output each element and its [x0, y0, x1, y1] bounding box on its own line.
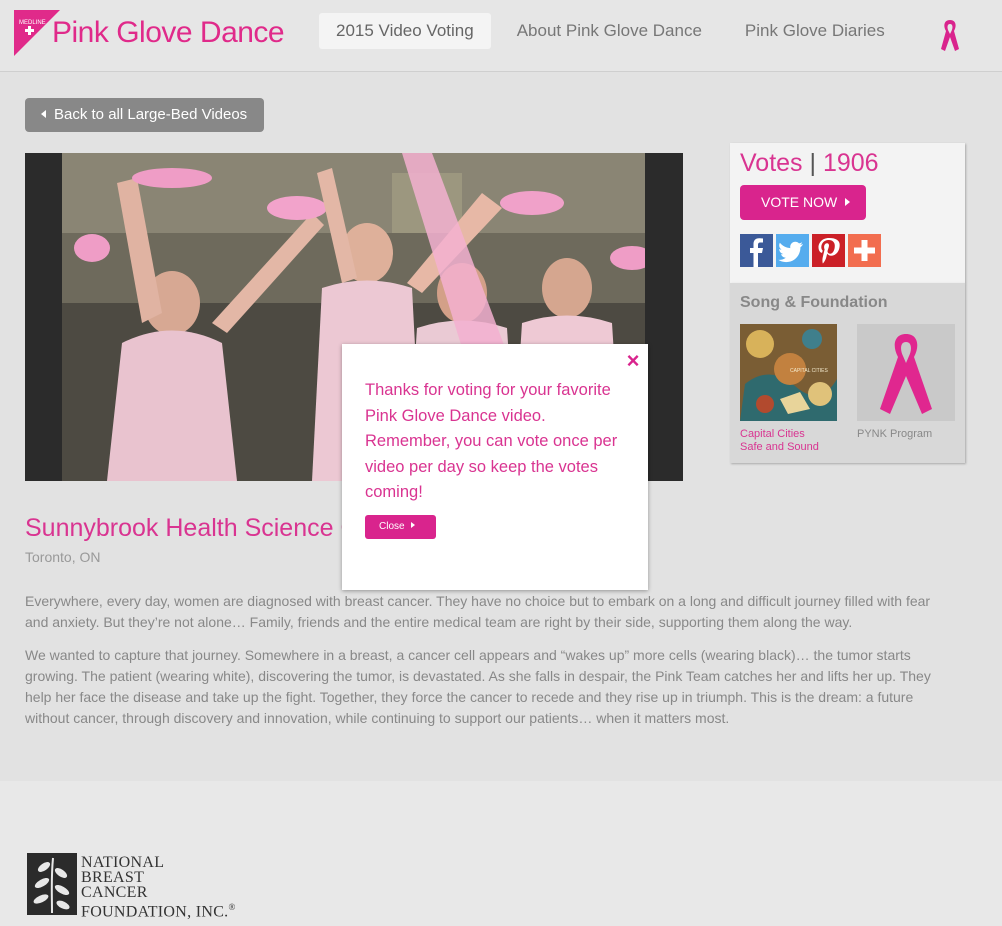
modal-overlay: × Thanks for voting for your favorite Pi… [0, 0, 1002, 926]
vote-confirmation-dialog: × Thanks for voting for your favorite Pi… [342, 344, 648, 590]
close-icon[interactable]: × [624, 350, 642, 372]
modal-close-label: Close [379, 521, 405, 532]
modal-message: Thanks for voting for your favorite Pink… [365, 381, 618, 501]
modal-close-button[interactable]: Close [365, 515, 436, 539]
right-triangle-icon [410, 522, 415, 528]
